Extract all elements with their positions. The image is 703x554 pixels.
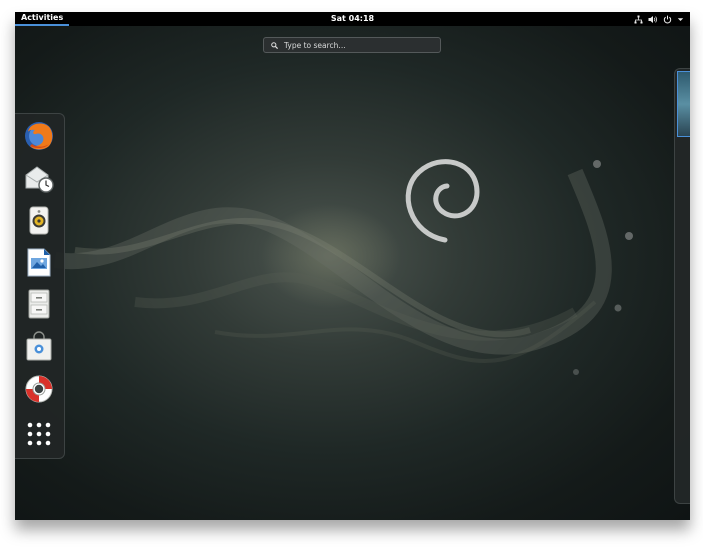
dash-item-software[interactable]: [22, 329, 56, 363]
dash-item-files[interactable]: [22, 287, 56, 321]
firefox-icon: [25, 122, 53, 150]
dash-item-rhythmbox[interactable]: [22, 203, 56, 237]
debian-swirl-logo: [405, 159, 480, 243]
dash-item-firefox[interactable]: [22, 119, 56, 153]
clock-button[interactable]: Sat 04:18: [15, 12, 690, 25]
lifebuoy-icon: [25, 375, 53, 403]
document-icon: [27, 248, 51, 277]
dash: [15, 113, 65, 459]
search-placeholder: Type to search...: [284, 40, 346, 50]
desktop-screen: Activities Sat 04:18 Type to search...: [15, 12, 690, 520]
dash-item-evolution[interactable]: [22, 161, 56, 195]
network-icon: [634, 15, 643, 23]
top-bar: Activities Sat 04:18: [15, 12, 690, 26]
dash-item-help[interactable]: [22, 372, 56, 406]
dash-item-show-applications[interactable]: [22, 417, 56, 451]
app-grid-icon: [27, 422, 51, 446]
speaker-icon: [29, 206, 49, 235]
power-icon: [663, 15, 672, 23]
file-cabinet-icon: [28, 289, 50, 319]
system-status-menu[interactable]: [634, 12, 684, 26]
shopping-bag-icon: [26, 331, 52, 361]
dash-item-writer[interactable]: [22, 245, 56, 279]
volume-icon: [648, 15, 657, 23]
workspace-thumbnail-1[interactable]: [677, 71, 690, 137]
mail-clock-icon: [25, 166, 54, 193]
search-input[interactable]: Type to search...: [263, 37, 441, 53]
chevron-down-icon: [677, 17, 684, 21]
workspace-switcher: [674, 68, 690, 504]
wallpaper: [53, 159, 633, 375]
search-icon: [271, 41, 278, 49]
